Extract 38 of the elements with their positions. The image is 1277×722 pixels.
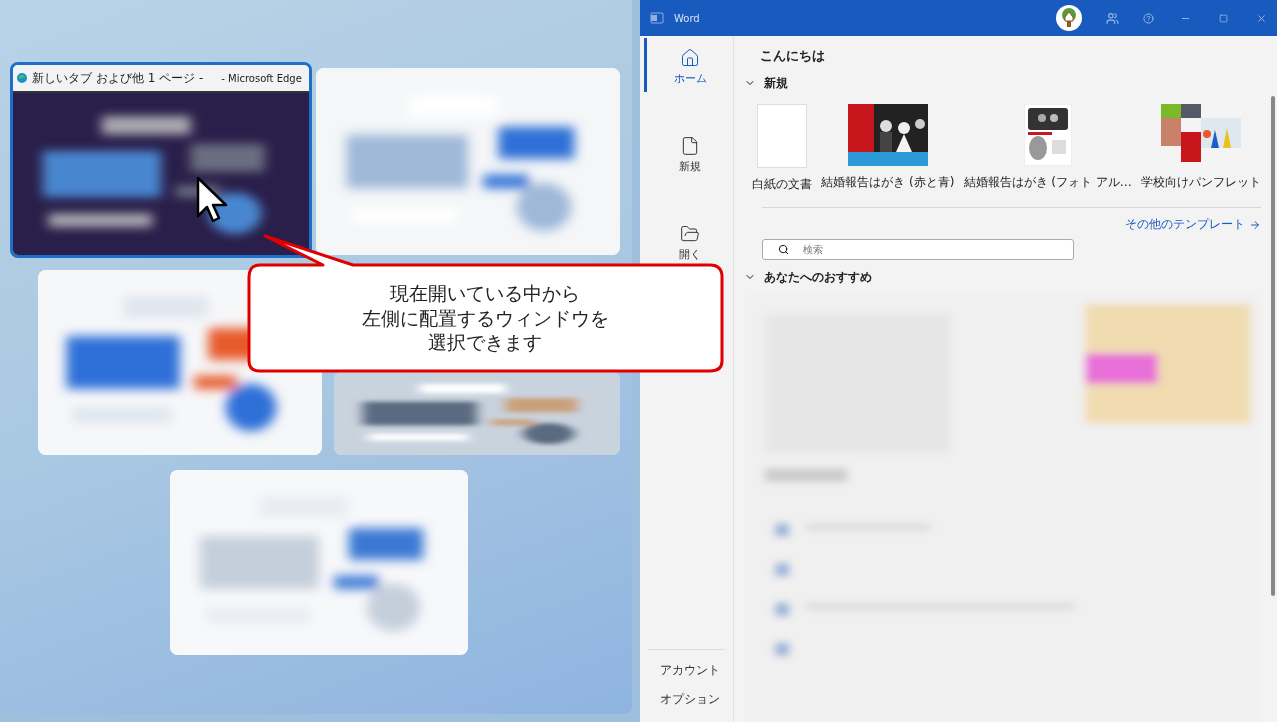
people-icon[interactable] [1106,11,1119,25]
search-field[interactable]: 検索 [762,239,1074,260]
nav-link[interactable]: オプション [648,685,725,714]
template-card[interactable]: 白紙の文書 [752,104,812,193]
browser-logo-icon [17,73,27,83]
word-logo-icon [650,11,664,25]
template-label: 結婚報告はがき (赤と青) [821,174,955,191]
nav-item[interactable]: ホーム [644,38,733,92]
avatar-icon[interactable] [1056,5,1082,31]
home-icon [680,48,700,68]
section-heading[interactable]: あなたへのおすすめ [744,264,1261,290]
template-card[interactable]: 結婚報告はがき (フォト アル… [963,104,1132,193]
more-templates-link[interactable]: その他のテンプレート [1125,216,1261,233]
template-label: 結婚報告はがき (フォト アル… [963,174,1132,191]
maximize-icon[interactable] [1219,13,1228,23]
window-title: 新しいタブ および他 1 ページ - [32,69,204,87]
greeting: こんにちは [759,47,826,65]
section-heading[interactable]: 新規 [744,70,1261,96]
callout-text: 選択できます [428,330,542,356]
template-label: 学校向けパンフレット [1140,174,1261,191]
callout-text: 左側に配置するウィンドウを [361,305,609,331]
window-thumbnail[interactable]: 新しいタブ および他 1 ページ - - Microsoft Edge [10,62,312,258]
nav-item[interactable]: 新規 [644,126,733,180]
nav-link[interactable]: アカウント [648,656,725,685]
template-label: 白紙の文書 [752,176,812,193]
folder-icon [680,224,700,244]
template-card[interactable]: 結婚報告はがき (赤と青) [821,104,955,193]
help-icon[interactable] [1143,12,1154,24]
blank-page [757,104,807,168]
template-card[interactable]: 学校向けパンフレット [1140,104,1261,193]
search-icon [778,244,789,255]
document-icon [680,136,700,156]
close-icon[interactable] [1256,12,1267,24]
callout-text: 現在開いている中から [390,280,580,306]
app-title: Word [674,12,700,24]
app-name: - Microsoft Edge [221,72,302,84]
arrow-right-icon [1249,218,1261,231]
nav-item[interactable]: 開く [644,214,733,268]
